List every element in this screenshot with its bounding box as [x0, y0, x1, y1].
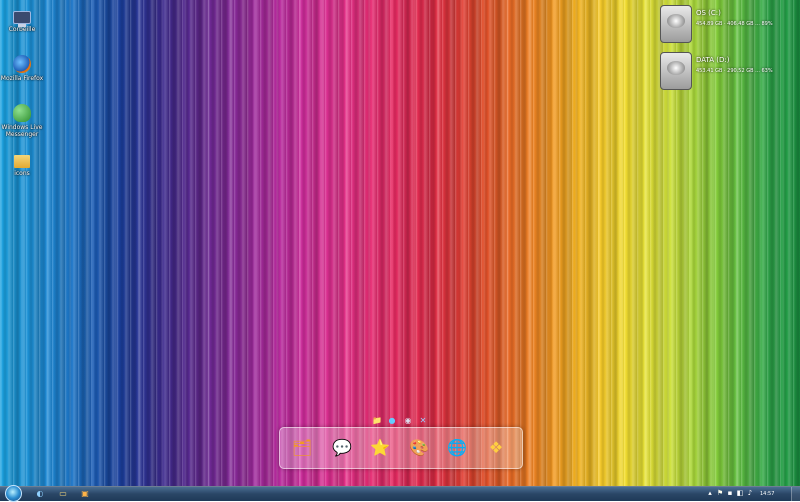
- taskbar: ◐ ▭ ▣ ▴ ⚑ ▪ ◧ ♪ 14:57: [0, 485, 800, 502]
- desktop-icon-recycle-bin[interactable]: Corbeille: [0, 8, 44, 33]
- drive-stats: 453.41 GB · 290.52 GB ... 63%: [696, 68, 773, 74]
- flag-icon[interactable]: ⚑: [716, 489, 724, 498]
- firefox-icon: [13, 55, 31, 73]
- drive-stats: 454.89 GB · 406.48 GB ... 89%: [696, 21, 773, 27]
- windows-logo-icon[interactable]: ❖: [484, 436, 508, 460]
- desktop-icon-label: Windows Live Messenger: [1, 124, 43, 138]
- start-button[interactable]: [5, 485, 22, 502]
- desktop-icon-folder[interactable]: icons: [0, 152, 44, 177]
- dock: 🗂 💬 ⭐ 🎨 🌐 ❖: [279, 427, 523, 469]
- tray-app-icon[interactable]: ◧: [736, 489, 744, 498]
- folder-icon: [14, 155, 30, 168]
- clock[interactable]: 14:57: [760, 489, 774, 499]
- dock-stack: 📁 ● ◉ ✕: [370, 414, 430, 428]
- tray-arrow-icon[interactable]: ▴: [706, 489, 714, 498]
- stack-close-icon[interactable]: ✕: [418, 415, 428, 426]
- desktop-icon-messenger[interactable]: Windows Live Messenger: [0, 104, 44, 138]
- drive-gadget-d[interactable]: DATA (D:) 453.41 GB · 290.52 GB ... 63%: [660, 52, 788, 90]
- stack-camera-icon[interactable]: ◉: [403, 415, 413, 426]
- office-icon[interactable]: 🗂: [290, 436, 314, 460]
- internet-explorer-icon[interactable]: 🌐: [445, 436, 469, 460]
- desktop-icon-label: Mozilla Firefox: [0, 75, 44, 82]
- recycle-bin-icon: [13, 11, 31, 27]
- desktop-icon-label: Corbeille: [8, 26, 36, 33]
- show-desktop-button[interactable]: [791, 487, 800, 501]
- desktop-icon-firefox[interactable]: Mozilla Firefox: [0, 55, 44, 82]
- chat-icon[interactable]: 💬: [330, 436, 354, 460]
- network-icon[interactable]: ▪: [726, 489, 734, 498]
- hard-drive-icon: [660, 5, 692, 43]
- stack-globe-icon[interactable]: ●: [387, 415, 397, 426]
- volume-icon[interactable]: ♪: [746, 489, 754, 498]
- desktop-icon-label: icons: [14, 170, 30, 177]
- stack-folder-icon[interactable]: 📁: [372, 415, 382, 426]
- drive-gadget-c[interactable]: OS (C:) 454.89 GB · 406.48 GB ... 89%: [660, 5, 788, 43]
- media-taskbar-icon[interactable]: ▣: [80, 489, 90, 499]
- messenger-icon: [13, 104, 31, 122]
- ie-taskbar-icon[interactable]: ◐: [35, 489, 45, 499]
- star-icon[interactable]: ⭐: [368, 436, 392, 460]
- drive-name: OS (C:): [696, 9, 721, 17]
- hard-drive-icon: [660, 52, 692, 90]
- paint-icon[interactable]: 🎨: [407, 436, 431, 460]
- drive-name: DATA (D:): [696, 56, 730, 64]
- explorer-taskbar-icon[interactable]: ▭: [58, 489, 68, 499]
